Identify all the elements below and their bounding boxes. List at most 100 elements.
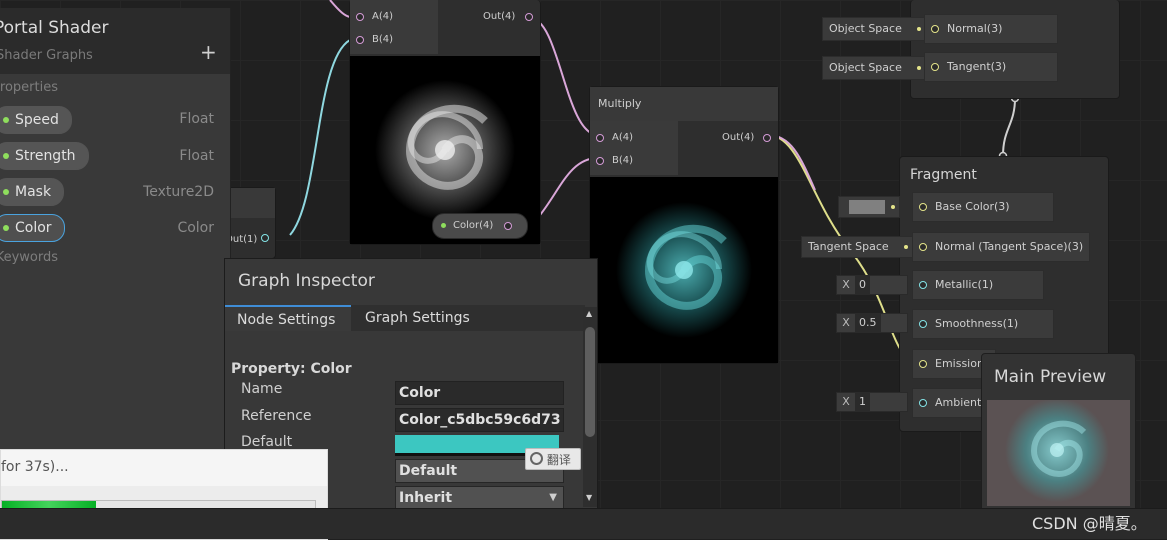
color-property-dot bbox=[441, 223, 446, 228]
tab-node-settings[interactable]: Node Settings bbox=[225, 305, 351, 331]
texture-dot-icon bbox=[3, 189, 9, 195]
property-color-type: Color bbox=[177, 220, 214, 236]
property-strength[interactable]: Strength bbox=[0, 142, 89, 170]
vertex-tangent-row[interactable]: Tangent(3) bbox=[924, 52, 1058, 82]
property-color-label: Color bbox=[15, 220, 52, 236]
multiply-out-label: Out(4) bbox=[722, 132, 755, 143]
status-bar bbox=[0, 508, 1167, 539]
scroll-down-icon[interactable]: ▼ bbox=[586, 493, 592, 502]
property-strength-type: Float bbox=[179, 148, 214, 164]
property-color[interactable]: Color bbox=[0, 214, 65, 242]
normal-port[interactable] bbox=[919, 243, 927, 251]
tangent-space-input[interactable]: Object Space bbox=[822, 56, 926, 80]
multiply-port-b-label: B(4) bbox=[612, 155, 634, 166]
port-out-label: Out(4) bbox=[483, 11, 516, 22]
multiply-node-title: Multiply bbox=[590, 87, 778, 121]
reference-label: Reference bbox=[241, 408, 312, 424]
tab-graph-settings[interactable]: Graph Settings bbox=[365, 305, 470, 331]
multiply-node-top[interactable]: A(4) B(4) Out(4) bbox=[349, 0, 541, 245]
property-heading: Property: Color bbox=[231, 361, 352, 377]
emission-port[interactable] bbox=[919, 360, 927, 368]
scroll-up-icon[interactable]: ▲ bbox=[586, 309, 592, 318]
main-preview-panel[interactable]: Main Preview bbox=[981, 353, 1136, 513]
blackboard-panel[interactable]: Portal Shader Shader Graphs + Properties… bbox=[0, 8, 231, 508]
base-color-input[interactable] bbox=[838, 196, 900, 218]
vertex-normal-row[interactable]: Normal(3) bbox=[924, 14, 1058, 44]
translate-tooltip-label: 翻译 bbox=[546, 453, 571, 467]
normal-space-input[interactable]: Object Space bbox=[822, 17, 926, 41]
progress-text: for 37s)... bbox=[1, 459, 69, 475]
translate-tooltip[interactable]: 翻译 bbox=[525, 448, 581, 470]
reference-field[interactable]: Color_c5dbc59c6d73 bbox=[395, 408, 564, 432]
blackboard-title: Portal Shader bbox=[0, 18, 109, 38]
metallic-input[interactable]: X0 bbox=[836, 275, 908, 295]
smoothness-input[interactable]: X 0.5 bbox=[836, 313, 908, 333]
ambient-input[interactable]: X1 bbox=[836, 392, 908, 412]
property-mask-label: Mask bbox=[15, 184, 52, 200]
scrollbar-thumb[interactable] bbox=[585, 327, 595, 437]
vertex-tangent-port[interactable] bbox=[931, 63, 939, 71]
partial-node-out-port[interactable] bbox=[261, 234, 269, 242]
ambient-port[interactable] bbox=[919, 399, 927, 407]
ambient-label: Ambient bbox=[935, 396, 982, 409]
inspector-scrollbar[interactable]: ▲ ▼ bbox=[583, 307, 597, 507]
watermark: CSDN @晴夏。 bbox=[1032, 514, 1147, 533]
partial-node[interactable]: Out(1) bbox=[225, 187, 276, 259]
normal-row[interactable]: Normal (Tangent Space)(3) bbox=[912, 232, 1090, 262]
property-mask-type: Texture2D bbox=[143, 184, 214, 200]
fragment-title: Fragment bbox=[910, 167, 977, 183]
color-dot-icon bbox=[3, 225, 9, 231]
multiply-port-a-label: A(4) bbox=[612, 132, 634, 143]
port-b-input[interactable] bbox=[356, 36, 364, 44]
normal-tangent-space-input[interactable]: Tangent Space bbox=[801, 236, 913, 258]
search-icon bbox=[530, 452, 543, 465]
tangent-space-label: Object Space bbox=[829, 61, 902, 74]
default-label: Default bbox=[241, 434, 293, 450]
metallic-port[interactable] bbox=[919, 281, 927, 289]
tab-graph-settings-label: Graph Settings bbox=[365, 310, 470, 326]
chevron-down-icon: ▼ bbox=[549, 492, 557, 503]
vertex-normal-port[interactable] bbox=[931, 25, 939, 33]
color-property-node[interactable]: Color(4) bbox=[432, 213, 528, 239]
port-b-label: B(4) bbox=[372, 34, 394, 45]
name-label: Name bbox=[241, 381, 283, 397]
multiply-port-b[interactable] bbox=[596, 157, 604, 165]
normal-tangent-space-label: Tangent Space bbox=[808, 240, 889, 253]
keywords-heading: Keywords bbox=[0, 250, 58, 265]
base-color-port[interactable] bbox=[919, 203, 927, 211]
property-mask[interactable]: Mask bbox=[0, 178, 65, 206]
color-property-port[interactable] bbox=[504, 222, 512, 230]
property-speed-type: Float bbox=[179, 111, 214, 127]
port-out[interactable] bbox=[525, 13, 533, 21]
emission-label: Emission bbox=[935, 357, 984, 370]
port-a-input[interactable] bbox=[356, 13, 364, 21]
metallic-row[interactable]: Metallic(1) bbox=[912, 270, 1044, 300]
vertex-tangent-label: Tangent(3) bbox=[947, 60, 1007, 73]
name-field[interactable]: Color bbox=[395, 381, 564, 405]
main-preview-title: Main Preview bbox=[994, 367, 1107, 387]
smoothness-value[interactable]: 0.5 bbox=[855, 314, 881, 332]
mode-dropdown-value: Default bbox=[399, 463, 458, 479]
smoothness-x-label: X bbox=[842, 316, 850, 329]
smoothness-port[interactable] bbox=[919, 320, 927, 328]
multiply-port-a[interactable] bbox=[596, 134, 604, 142]
multiply-out-port[interactable] bbox=[763, 134, 771, 142]
add-property-button[interactable]: + bbox=[200, 40, 217, 64]
smoothness-row[interactable]: Smoothness(1) bbox=[912, 309, 1054, 339]
property-speed-label: Speed bbox=[15, 112, 59, 128]
main-preview-viewport[interactable] bbox=[987, 400, 1130, 506]
base-color-row[interactable]: Base Color(3) bbox=[912, 192, 1054, 222]
multiply-node[interactable]: Multiply A(4) B(4) Out(4) bbox=[589, 86, 779, 364]
ambient-value[interactable]: 1 bbox=[855, 393, 870, 411]
ambient-row[interactable]: Ambient bbox=[912, 388, 984, 418]
precision-dropdown[interactable]: Inherit ▼ bbox=[395, 486, 564, 510]
float-dot-icon bbox=[3, 153, 9, 159]
metallic-value[interactable]: 0 bbox=[855, 276, 870, 294]
float-dot-icon bbox=[3, 117, 9, 123]
port-a-label: A(4) bbox=[372, 11, 394, 22]
tab-node-settings-label: Node Settings bbox=[237, 312, 336, 328]
property-speed[interactable]: Speed bbox=[0, 106, 72, 134]
metallic-label: Metallic(1) bbox=[935, 278, 994, 291]
base-color-swatch bbox=[849, 200, 885, 214]
color-property-label: Color(4) bbox=[453, 220, 494, 231]
